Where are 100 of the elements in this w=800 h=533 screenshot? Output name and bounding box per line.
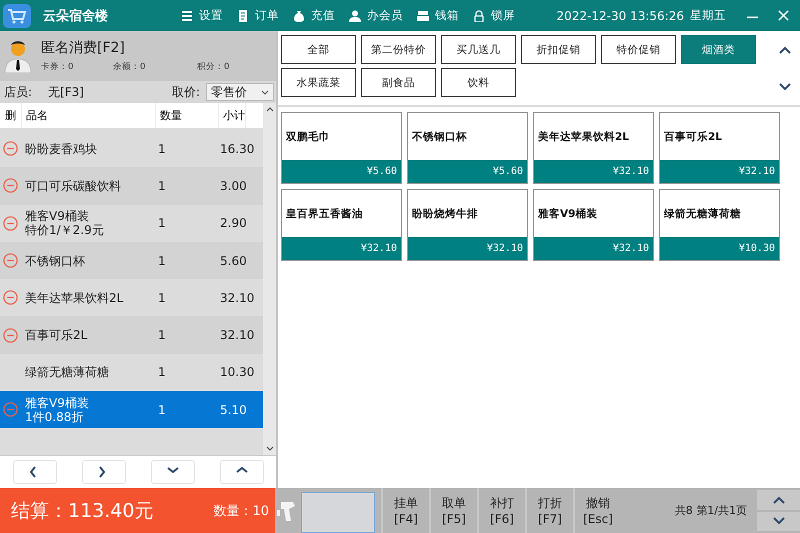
product-card[interactable]: 不锈钢口杯 ¥5.60	[407, 112, 528, 184]
menu-item[interactable]: 订单	[237, 8, 279, 23]
barcode-input-field[interactable]	[301, 492, 375, 533]
product-price: ¥5.60	[408, 160, 527, 183]
next-button[interactable]	[82, 460, 126, 484]
menu-item[interactable]: 充值	[293, 8, 335, 23]
category-tab[interactable]: 第二份特价	[361, 35, 436, 64]
product-price: ¥32.10	[660, 160, 779, 183]
up-chevron-icon	[779, 46, 791, 54]
product-name: 百事可乐2L	[663, 130, 723, 144]
remove-icon[interactable]	[3, 216, 18, 231]
column-header: 品名	[22, 103, 156, 128]
customer-stat: 余额：0	[113, 61, 146, 73]
item-count: 数量：10	[213, 502, 269, 520]
product-name-cell-text: 绿箭无糖薄荷糖	[24, 365, 110, 380]
quantity-cell-text: 1	[157, 216, 167, 230]
remove-icon[interactable]	[3, 290, 18, 306]
product-name: 双鹏毛巾	[284, 130, 331, 144]
total-amount: 结算：113.40元	[11, 498, 154, 524]
customer-name[interactable]: 匿名消费[F2]	[41, 39, 269, 57]
subtotal-cell-text: 32.10	[219, 328, 254, 342]
category-tab[interactable]: 买几送几	[441, 35, 516, 64]
category-tab[interactable]: 折扣促销	[521, 35, 596, 64]
customer-stat: 积分：0	[197, 61, 230, 73]
price-dropdown[interactable]: 零售价	[206, 83, 274, 101]
column-header: 小计	[219, 103, 246, 128]
scroll-up-icon[interactable]	[266, 107, 274, 112]
quantity-cell-text: 1	[157, 328, 167, 342]
product-card[interactable]: 双鹏毛巾 ¥5.60	[281, 112, 402, 184]
page-info: 共8 第1/共1页	[674, 503, 747, 518]
subtotal-cell-text: 10.30	[219, 365, 254, 380]
product-card[interactable]: 百事可乐2L ¥32.10	[659, 112, 780, 184]
menu-item[interactable]: 锁屏	[473, 8, 515, 23]
category-tab[interactable]: 特价促销	[601, 35, 676, 64]
cart-row[interactable]: 不锈钢口杯 1 5.60	[0, 242, 263, 280]
quantity-cell-text: 1	[157, 254, 167, 268]
quantity-cell-text: 1	[157, 365, 167, 380]
subtotal-cell-text: 5.60	[219, 254, 247, 268]
staff-label: 店员:	[4, 84, 32, 100]
product-card[interactable]: 盼盼烧烤牛排 ¥32.10	[407, 189, 528, 261]
close-icon[interactable]	[777, 9, 790, 22]
subtotal-cell-text: 32.10	[219, 290, 254, 305]
previous-button[interactable]	[12, 460, 56, 484]
cart-row[interactable]: 百事可乐2L 1 32.10	[0, 316, 263, 354]
product-name-cell-text: 盼盼麦香鸡块	[24, 142, 98, 156]
product-card[interactable]: 绿箭无糖薄荷糖 ¥10.30	[659, 189, 780, 261]
category-tab[interactable]: 副食品	[361, 68, 436, 97]
product-price: ¥10.30	[660, 237, 779, 260]
up-chevron-icon	[772, 496, 784, 504]
app-title: 云朵宿舍楼	[43, 8, 109, 24]
product-price: ¥32.10	[534, 160, 653, 183]
product-price: ¥5.60	[282, 160, 401, 183]
up-button[interactable]	[220, 460, 264, 484]
product-price: ¥32.10	[534, 237, 653, 260]
date-time: 2022-12-30 13:56:26	[556, 8, 684, 22]
subtotal-cell-text: 5.10	[219, 402, 247, 417]
product-card[interactable]: 皇百界五香酱油 ¥32.10	[281, 189, 402, 261]
page-up-button[interactable]	[757, 490, 800, 510]
product-name-cell-text: 美年达苹果饮料2L	[24, 290, 124, 305]
quantity-cell-text: 1	[157, 290, 167, 305]
scroll-down-icon[interactable]	[266, 446, 274, 451]
staff-value[interactable]: 无[F3]	[48, 84, 84, 100]
remove-icon[interactable]	[3, 141, 18, 156]
category-tab[interactable]: 水果蔬菜	[281, 68, 356, 97]
caret-icon	[261, 90, 269, 94]
column-header: 数量	[156, 103, 219, 128]
quantity-cell-text: 1	[157, 178, 167, 193]
document-icon	[237, 10, 249, 22]
product-card[interactable]: 美年达苹果饮料2L ¥32.10	[533, 112, 654, 184]
cash-drawer-icon	[417, 10, 429, 22]
cart-row[interactable]: 可口可乐碳酸饮料 1 3.00	[0, 167, 263, 205]
menu-item[interactable]: 设置	[181, 8, 223, 23]
scrollbar[interactable]	[263, 103, 276, 455]
page-down-button[interactable]	[757, 512, 800, 531]
product-name: 雅客V9桶装	[536, 206, 598, 222]
down-chevron-icon	[772, 517, 784, 526]
price-label: 取价:	[172, 84, 200, 100]
product-name-cell-text: 不锈钢口杯	[24, 254, 86, 268]
category-tab[interactable]: 烟酒类	[681, 35, 756, 64]
product-name-cell-text: 雅客V9桶装 1件0.88折	[24, 396, 90, 424]
down-chevron-icon	[779, 82, 791, 90]
product-name-cell-text: 雅客V9桶装 特价1/￥2.9元	[24, 209, 105, 238]
menu-icon	[181, 10, 193, 22]
subtotal-cell-text: 2.90	[219, 216, 247, 230]
product-price: ¥32.10	[408, 237, 527, 260]
person-icon	[349, 10, 361, 22]
avatar-icon	[3, 39, 33, 73]
category-tab[interactable]: 全部	[281, 35, 356, 64]
product-name: 美年达苹果饮料2L	[537, 130, 630, 144]
product-name-cell-text: 可口可乐碳酸饮料	[24, 178, 122, 193]
menu-item[interactable]: 办会员	[349, 8, 403, 23]
category-tab[interactable]: 饮料	[441, 68, 516, 97]
customer-stat: 卡券：0	[41, 61, 74, 73]
product-name: 盼盼烧烤牛排	[411, 206, 479, 222]
product-card[interactable]: 雅客V9桶装 ¥32.10	[533, 189, 654, 261]
menu-item[interactable]: 钱箱	[417, 8, 459, 23]
subtotal-cell-text: 16.30	[219, 142, 254, 156]
down-button[interactable]	[150, 460, 194, 484]
product-name: 不锈钢口杯	[410, 130, 468, 144]
cart-row[interactable]: 雅客V9桶装 1件0.88折 1 5.10	[0, 391, 263, 428]
